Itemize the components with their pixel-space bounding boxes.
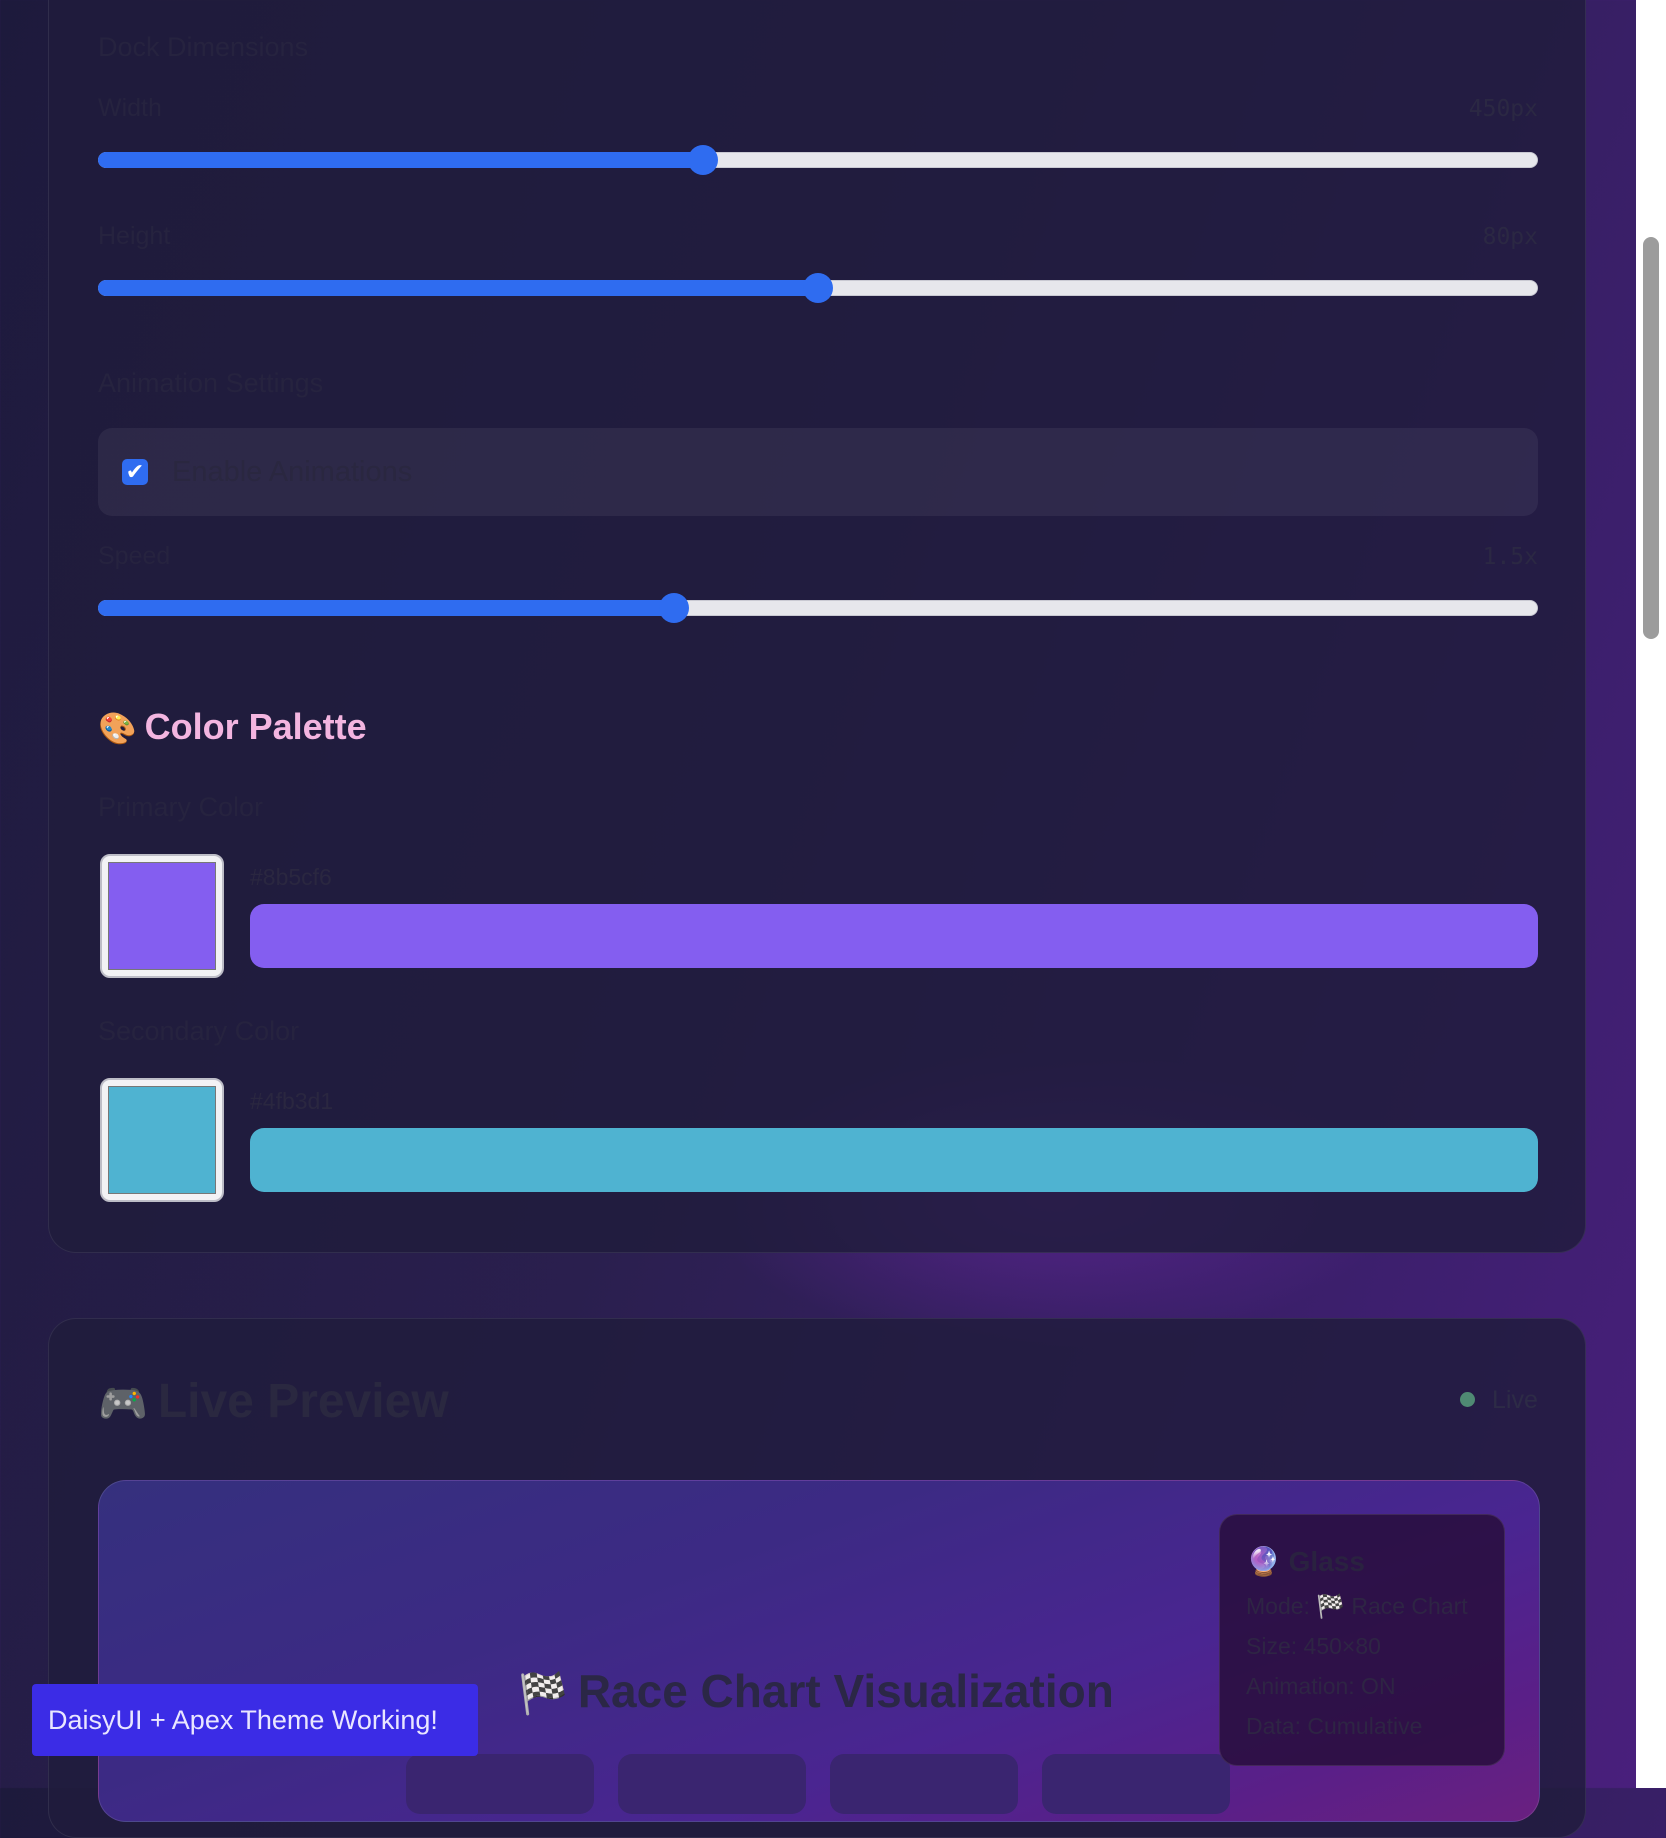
live-preview-title: Live Preview — [157, 1375, 449, 1428]
glass-title: Glass — [1288, 1546, 1365, 1577]
live-status-dot — [1460, 1392, 1475, 1407]
primary-color-swatch — [108, 862, 216, 970]
scrollbar-thumb[interactable] — [1643, 237, 1659, 639]
race-chart-heading: 🏁 Race Chart Visualization — [518, 1664, 1114, 1718]
live-preview-heading: 🎮 Live Preview — [98, 1374, 449, 1429]
race-lane — [1042, 1754, 1230, 1814]
glass-title-row: 🔮 Glass — [1246, 1545, 1365, 1578]
dock-dimensions-heading: Dock Dimensions — [98, 32, 309, 62]
width-slider[interactable] — [98, 145, 1538, 175]
glass-animation: Animation: ON — [1246, 1673, 1396, 1699]
primary-color-label: Primary Color — [98, 792, 264, 822]
width-value: 450px — [1468, 96, 1538, 122]
race-lane — [618, 1754, 806, 1814]
height-label: Height — [98, 222, 171, 250]
speed-label: Speed — [98, 542, 171, 570]
enable-animations-checkbox[interactable]: ✔ — [122, 459, 148, 485]
secondary-color-label: Secondary Color — [98, 1016, 300, 1046]
height-slider[interactable] — [98, 273, 1538, 303]
speed-value: 1.5x — [1482, 544, 1538, 570]
primary-color-bar — [250, 904, 1538, 968]
enable-animations-label: Enable Animations — [172, 456, 413, 488]
primary-color-hex: #8b5cf6 — [250, 864, 332, 890]
width-label: Width — [98, 94, 162, 122]
glass-info-panel: 🔮 Glass Mode: 🏁 Race Chart Size: 450×80 … — [1219, 1514, 1505, 1766]
color-palette-title: Color Palette — [144, 706, 367, 747]
crystal-ball-icon: 🔮 — [1246, 1546, 1281, 1577]
race-lane — [830, 1754, 1018, 1814]
glass-data: Data: Cumulative — [1246, 1713, 1423, 1739]
animation-settings-heading: Animation Settings — [98, 368, 324, 398]
secondary-color-swatch — [108, 1086, 216, 1194]
slider-thumb[interactable] — [659, 593, 689, 623]
checkered-flag-icon: 🏁 — [518, 1672, 568, 1716]
race-chart-title: Race Chart Visualization — [577, 1665, 1114, 1717]
glass-mode: Mode: 🏁 Race Chart — [1246, 1593, 1468, 1619]
gamepad-icon: 🎮 — [98, 1382, 148, 1426]
slider-fill — [98, 600, 674, 616]
live-status-text: Live — [1492, 1386, 1538, 1414]
race-lane — [406, 1754, 594, 1814]
color-palette-heading: 🎨 Color Palette — [98, 706, 367, 748]
slider-thumb[interactable] — [687, 145, 718, 175]
glass-size: Size: 450×80 — [1246, 1633, 1381, 1659]
theme-toast: DaisyUI + Apex Theme Working! — [32, 1684, 478, 1756]
slider-thumb[interactable] — [803, 273, 833, 303]
slider-fill — [98, 152, 703, 168]
primary-color-picker[interactable] — [100, 854, 224, 978]
settings-card — [48, 0, 1586, 1253]
secondary-color-picker[interactable] — [100, 1078, 224, 1202]
secondary-color-bar — [250, 1128, 1538, 1192]
palette-icon: 🎨 — [98, 711, 137, 746]
speed-slider[interactable] — [98, 593, 1538, 623]
height-value: 80px — [1482, 224, 1538, 250]
slider-fill — [98, 280, 818, 296]
secondary-color-hex: #4fb3d1 — [250, 1088, 334, 1114]
enable-animations-row[interactable]: ✔ Enable Animations — [98, 428, 1538, 516]
